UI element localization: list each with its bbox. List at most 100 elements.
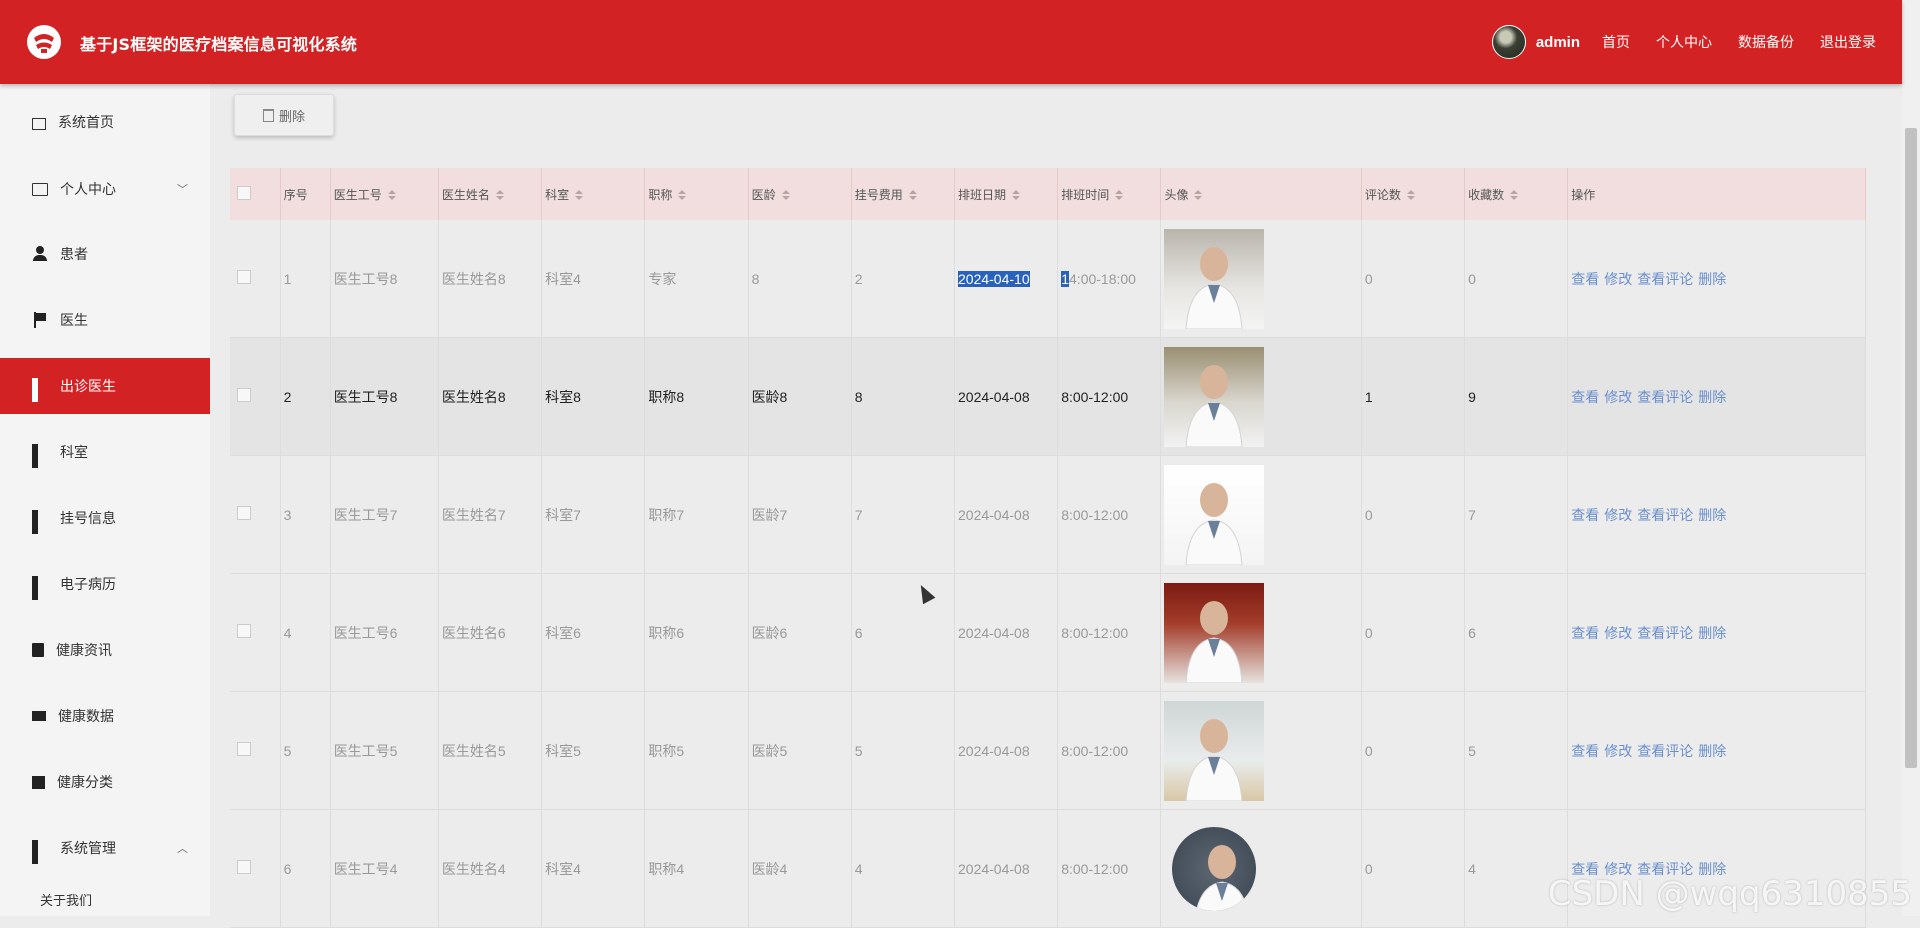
cell-title: 职称8	[644, 337, 749, 456]
delete-link[interactable]: 删除	[1698, 507, 1726, 523]
column-header[interactable]: 职称	[644, 168, 749, 220]
row-checkbox-cell[interactable]	[230, 573, 281, 692]
view-comments-link[interactable]: 查看评论	[1637, 507, 1693, 523]
scroll-thumb[interactable]	[1905, 128, 1917, 768]
column-header[interactable]: 挂号费用	[851, 168, 956, 220]
select-all-checkbox[interactable]	[237, 185, 251, 200]
delete-link[interactable]: 删除	[1698, 271, 1726, 287]
row-checkbox[interactable]	[237, 860, 251, 874]
select-all-cell[interactable]	[230, 168, 281, 220]
cell-dept: 科室6	[541, 573, 646, 692]
column-header[interactable]: 医龄	[748, 168, 852, 220]
sidebar-item-health-news[interactable]: 健康资讯	[0, 622, 210, 678]
logo-icon	[27, 25, 61, 59]
table-row[interactable]: 4 医生工号6 医生姓名6 科室6 职称6 医龄6 6 2024-04-08 8:00-12:0…	[230, 573, 1866, 692]
sidebar: 系统首页 个人中心 ﹀ 患者 医生 出诊医生 科室 挂号信息 电子病历 健康资讯…	[0, 84, 210, 916]
column-header[interactable]: 医生工号	[330, 168, 439, 220]
delete-button[interactable]: 删除	[234, 94, 334, 136]
column-header: 序号	[280, 168, 331, 220]
table-row[interactable]: 1 医生工号8 医生姓名8 科室4 专家 8 2 2024-04-10 14:00-18:00 0…	[230, 220, 1866, 338]
sort-icon[interactable]	[1194, 190, 1203, 201]
sort-icon[interactable]	[781, 190, 790, 201]
view-link[interactable]: 查看	[1571, 743, 1599, 759]
table-row[interactable]: 2 医生工号8 医生姓名8 科室8 职称8 医龄8 8 2024-04-08 8:00-12:0…	[230, 337, 1866, 456]
row-checkbox[interactable]	[237, 742, 251, 756]
table-row[interactable]: 5 医生工号5 医生姓名5 科室5 职称5 医龄5 5 2024-04-08 8:00-12:0…	[230, 691, 1866, 810]
sidebar-item-profile[interactable]: 个人中心 ﹀	[0, 161, 210, 217]
doctor-photo[interactable]	[1164, 228, 1265, 329]
nav-backup-link[interactable]: 数据备份	[1738, 32, 1794, 52]
edit-link[interactable]: 修改	[1604, 389, 1632, 405]
edit-link[interactable]: 修改	[1604, 507, 1632, 523]
row-checkbox[interactable]	[237, 388, 251, 402]
nav-profile-link[interactable]: 个人中心	[1656, 32, 1712, 52]
cell-years: 医龄6	[748, 573, 852, 692]
app-header: 基于JS框架的医疗档案信息可视化系统 admin 首页 个人中心 数据备份 退出…	[0, 0, 1902, 84]
view-link[interactable]: 查看	[1571, 389, 1599, 405]
sidebar-item-outpatient-doctor[interactable]: 出诊医生	[0, 358, 210, 414]
row-checkbox[interactable]	[237, 624, 251, 638]
sort-icon[interactable]	[1115, 190, 1124, 201]
row-checkbox-cell[interactable]	[230, 691, 281, 810]
row-checkbox-cell[interactable]	[230, 220, 281, 338]
view-link[interactable]: 查看	[1571, 271, 1599, 287]
sidebar-item-registration[interactable]: 挂号信息	[0, 490, 210, 546]
edit-link[interactable]: 修改	[1604, 625, 1632, 641]
view-comments-link[interactable]: 查看评论	[1637, 389, 1693, 405]
column-header[interactable]: 头像	[1160, 168, 1362, 220]
column-header[interactable]: 医生姓名	[438, 168, 543, 220]
avatar[interactable]	[1491, 25, 1526, 59]
sort-icon[interactable]	[1012, 190, 1021, 201]
sort-icon[interactable]	[1510, 190, 1519, 201]
doctor-photo[interactable]	[1164, 700, 1265, 801]
row-checkbox-cell[interactable]	[230, 809, 281, 928]
cell-name: 医生姓名5	[438, 691, 543, 810]
sidebar-item-health-data[interactable]: 健康数据	[0, 688, 210, 744]
edit-link[interactable]: 修改	[1604, 743, 1632, 759]
delete-link[interactable]: 删除	[1698, 625, 1726, 641]
column-header[interactable]: 评论数	[1361, 168, 1466, 220]
delete-link[interactable]: 删除	[1698, 389, 1726, 405]
column-header[interactable]: 排班时间	[1057, 168, 1162, 220]
sort-icon[interactable]	[1406, 190, 1415, 201]
scrollbar[interactable]	[1902, 0, 1920, 916]
column-header[interactable]: 科室	[541, 168, 646, 220]
sort-icon[interactable]	[678, 190, 687, 201]
doctor-photo[interactable]	[1164, 464, 1265, 565]
view-link[interactable]: 查看	[1571, 625, 1599, 641]
row-checkbox-cell[interactable]	[230, 455, 281, 574]
sidebar-sub-about[interactable]: 关于我们	[40, 890, 92, 909]
doctor-photo[interactable]	[1164, 346, 1265, 447]
cell-dept: 科室5	[541, 691, 646, 810]
sidebar-item-patient[interactable]: 患者	[0, 226, 210, 282]
doctor-silhouette-icon	[1185, 718, 1243, 801]
sidebar-item-doctor[interactable]: 医生	[0, 292, 210, 348]
sort-icon[interactable]	[387, 190, 396, 201]
view-link[interactable]: 查看	[1571, 507, 1599, 523]
view-comments-link[interactable]: 查看评论	[1637, 743, 1693, 759]
doctor-silhouette-icon	[1185, 600, 1243, 683]
sidebar-item-department[interactable]: 科室	[0, 424, 210, 480]
logout-link[interactable]: 退出登录	[1820, 32, 1876, 52]
doctor-photo[interactable]	[1172, 826, 1257, 911]
sidebar-item-system[interactable]: 系统管理 ︿	[0, 820, 210, 876]
delete-link[interactable]: 删除	[1698, 743, 1726, 759]
view-comments-link[interactable]: 查看评论	[1637, 625, 1693, 641]
sidebar-item-home[interactable]: 系统首页	[0, 94, 210, 150]
nav-home-link[interactable]: 首页	[1602, 32, 1630, 52]
view-comments-link[interactable]: 查看评论	[1637, 271, 1693, 287]
row-checkbox[interactable]	[237, 270, 251, 284]
sort-icon[interactable]	[575, 190, 584, 201]
column-header[interactable]: 排班日期	[954, 168, 1059, 220]
row-checkbox[interactable]	[237, 506, 251, 520]
doctor-photo[interactable]	[1164, 582, 1265, 683]
sort-icon[interactable]	[495, 190, 504, 201]
table-row[interactable]: 3 医生工号7 医生姓名7 科室7 职称7 医龄7 7 2024-04-08 8:00-12:0…	[230, 455, 1866, 574]
edit-link[interactable]: 修改	[1604, 271, 1632, 287]
sidebar-item-health-category[interactable]: 健康分类	[0, 754, 210, 810]
cell-fee: 6	[851, 573, 956, 692]
sort-icon[interactable]	[908, 190, 917, 201]
column-header[interactable]: 收藏数	[1464, 168, 1569, 220]
row-checkbox-cell[interactable]	[230, 337, 281, 456]
sidebar-item-medical-record[interactable]: 电子病历	[0, 556, 210, 612]
